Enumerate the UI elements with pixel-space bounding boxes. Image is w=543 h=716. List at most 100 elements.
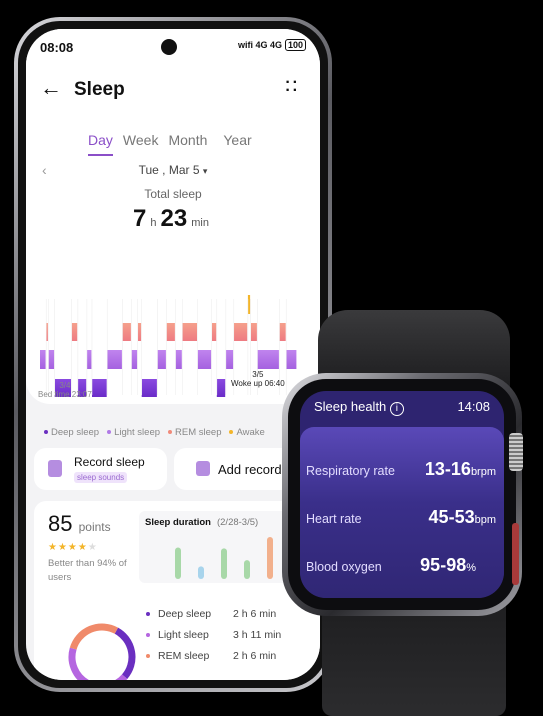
- stage-label: REM sleep: [158, 649, 210, 662]
- donut-segment: [114, 627, 136, 679]
- donut-segment: [69, 623, 119, 650]
- score-comparison: Better than 94% of users: [48, 558, 127, 583]
- hypnogram-segment-rem: [166, 323, 175, 341]
- watch-title-text: Sleep health: [314, 399, 387, 414]
- hypnogram-segment-rem: [137, 323, 142, 341]
- hypnogram-segment-deep: [92, 379, 107, 397]
- stage-breakdown: Deep sleep 2 h 6 min Light sleep 3 h 11 mi…: [146, 603, 281, 666]
- hypnogram-segment-rem: [279, 323, 286, 341]
- duration-title-text: Sleep duration: [145, 517, 211, 528]
- legend-awake: Awake: [229, 427, 265, 438]
- start-date: 3/4: [59, 381, 71, 390]
- watch-screen: Sleep health i 14:08 Respiratory rate 13-…: [300, 391, 504, 598]
- hypnogram-segment-light: [286, 350, 297, 369]
- hypnogram-segment-light: [40, 350, 46, 369]
- watch-title: Sleep health i: [314, 399, 404, 416]
- blood-oxygen-row: Blood oxygen 95-98%: [306, 555, 476, 576]
- hypnogram-segment-deep: [216, 379, 226, 397]
- record-sleep-label: Record sleep: [74, 455, 145, 469]
- metric-label: Heart rate: [306, 512, 362, 526]
- legend-label: Awake: [236, 427, 265, 438]
- record-sleep-icon: [48, 460, 62, 477]
- stage-row-light: Light sleep 3 h 11 min: [146, 624, 281, 645]
- caret-down-icon: ▾: [202, 166, 208, 176]
- total-sleep-value: 7 h 23 min: [26, 205, 320, 233]
- status-time: 08:08: [40, 40, 74, 55]
- legend-label: Light sleep: [114, 427, 161, 438]
- record-sleep-button[interactable]: Record sleep sleep sounds: [34, 448, 167, 490]
- total-sleep-label: Total sleep: [144, 187, 202, 201]
- bedtime: Bed time 23:07: [38, 390, 92, 399]
- hypnogram-segment-rem: [211, 323, 217, 341]
- metric-value: 95-98: [420, 555, 467, 575]
- info-icon[interactable]: i: [389, 402, 404, 416]
- stage-value: 2 h 6 min: [233, 607, 277, 620]
- watch-strap-bottom: [322, 600, 506, 716]
- bedtime-label: 3/4 Bed time 23:07: [38, 381, 92, 399]
- tab-week[interactable]: Week: [123, 132, 159, 156]
- sleep-score-card: 85 points ★★★★★ Better than 94% of users…: [34, 501, 320, 680]
- camera-cutout: [161, 39, 177, 55]
- page-title: Sleep: [74, 79, 125, 100]
- tab-month[interactable]: Month: [168, 132, 207, 156]
- legend-label: REM sleep: [175, 427, 222, 438]
- wifi-signal-icon: wifi 4G 4G: [237, 40, 282, 50]
- metric-value: 13-16: [424, 459, 471, 479]
- stage-legend: Deep sleep Light sleep REM sleep Awake: [44, 427, 265, 438]
- watch-side-button[interactable]: [512, 523, 519, 585]
- duration-bar: [221, 548, 227, 579]
- metric-label: Blood oxygen: [306, 560, 382, 574]
- more-dots-icon[interactable]: ·· ··: [285, 75, 300, 99]
- hypnogram-segment-rem: [122, 323, 131, 341]
- hypnogram-segment-light: [86, 350, 92, 369]
- hypnogram-segment-light: [257, 350, 279, 369]
- metric-unit: bpm: [474, 514, 496, 526]
- hypnogram-segment-light: [107, 350, 122, 369]
- duration-bar: [198, 566, 204, 579]
- duration-title: Sleep duration (2/28-3/5): [145, 517, 258, 528]
- donut-segment: [68, 647, 128, 680]
- wake-time: Woke up 06:40: [231, 379, 285, 388]
- stage-row-rem: REM sleep 2 h 6 min: [146, 645, 281, 666]
- hypnogram-segment-light: [48, 350, 55, 369]
- hypnogram-segment-light: [157, 350, 166, 369]
- metric-unit: brpm: [470, 466, 496, 478]
- stage-label: Deep sleep: [158, 607, 212, 620]
- watch-crown[interactable]: [509, 433, 523, 471]
- sleep-score: 85 points: [48, 511, 111, 537]
- add-record-icon: [196, 461, 210, 476]
- legend-label: Deep sleep: [51, 427, 100, 438]
- stage-label: Light sleep: [158, 628, 209, 641]
- minutes-unit: min: [191, 217, 209, 229]
- stage-value: 3 h 11 min: [233, 628, 282, 641]
- date-label: Tue , Mar 5: [138, 163, 200, 177]
- battery-icon: 100: [284, 39, 306, 51]
- hours: 7: [133, 205, 147, 232]
- hypnogram-segment-light: [225, 350, 234, 369]
- duration-bar: [267, 537, 273, 579]
- date-picker[interactable]: Tue , Mar 5 ▾: [26, 163, 320, 177]
- phone: 08:08 wifi 4G 4G 100 ← Sleep ·· ·· Day Wee…: [14, 17, 332, 692]
- watch-time: 14:08: [457, 399, 490, 414]
- hypnogram-segment-awake: [247, 295, 251, 314]
- hypnogram-segment-light: [175, 350, 182, 369]
- score-value: 85: [48, 511, 73, 536]
- smartwatch: Sleep health i 14:08 Respiratory rate 13-…: [282, 373, 522, 616]
- period-tabs: Day Week Month Year: [88, 132, 252, 156]
- tab-year[interactable]: Year: [223, 132, 251, 156]
- score-unit: points: [78, 520, 111, 534]
- sleep-sounds-badge: sleep sounds: [74, 472, 128, 483]
- hypnogram-segment-rem: [71, 323, 78, 341]
- hypnogram-segment-deep: [141, 379, 157, 397]
- arrow-left-icon[interactable]: ←: [40, 75, 62, 101]
- duration-range: (2/28-3/5): [216, 517, 259, 528]
- duration-bar: [244, 560, 250, 579]
- hypnogram-segment-light: [131, 350, 138, 369]
- legend-rem: REM sleep: [168, 427, 221, 438]
- duration-bar: [175, 547, 181, 579]
- legend-deep: Deep sleep: [44, 427, 99, 438]
- phone-screen: 08:08 wifi 4G 4G 100 ← Sleep ·· ·· Day Wee…: [26, 29, 320, 680]
- tab-day[interactable]: Day: [88, 132, 113, 156]
- stage-value: 2 h 6 min: [233, 649, 277, 662]
- hypnogram-segment-rem: [182, 323, 197, 341]
